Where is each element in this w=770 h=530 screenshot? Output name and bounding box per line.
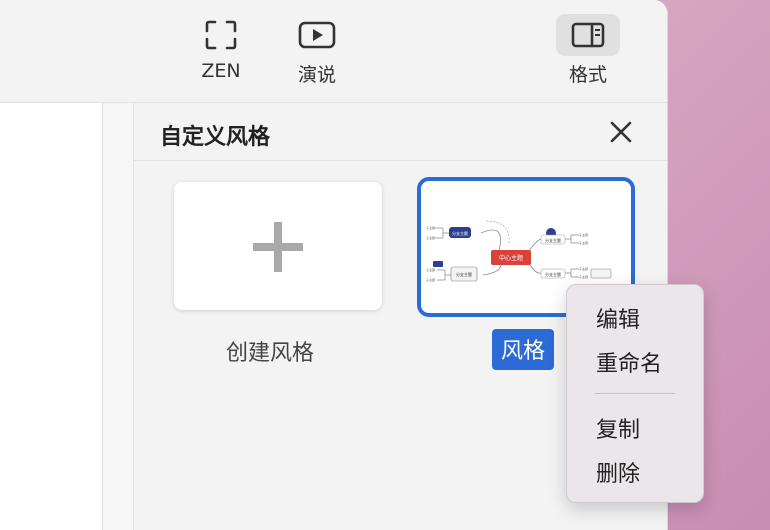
svg-text:子主题: 子主题	[579, 232, 588, 237]
svg-text:子主题: 子主题	[579, 240, 588, 245]
menu-item-rename[interactable]: 重命名	[596, 346, 662, 378]
panel-header: 自定义风格	[134, 103, 667, 161]
zen-icon	[189, 14, 253, 56]
create-style-label: 创建风格	[226, 341, 315, 366]
play-icon	[285, 14, 349, 56]
close-icon	[610, 121, 632, 143]
menu-item-edit[interactable]: 编辑	[596, 302, 640, 334]
format-tool[interactable]: 格式	[556, 14, 620, 87]
present-tool[interactable]: 演说	[285, 14, 349, 87]
left-topic-1: 分支主题	[452, 230, 468, 236]
menu-item-copy[interactable]: 复制	[596, 412, 640, 444]
format-panel-icon	[556, 14, 620, 56]
svg-text:子主题: 子主题	[426, 277, 435, 282]
right-topic-2: 分支主题	[545, 271, 561, 277]
menu-item-delete[interactable]: 删除	[596, 456, 640, 488]
left-topic-2: 分支主题	[456, 271, 472, 277]
context-menu: 编辑 重命名 复制 删除	[566, 284, 704, 503]
plus-icon	[253, 222, 303, 272]
panel-divider	[103, 103, 134, 530]
create-style-card[interactable]	[174, 182, 382, 310]
svg-text:子主题: 子主题	[426, 235, 435, 240]
menu-divider	[595, 393, 675, 394]
svg-text:子主题: 子主题	[579, 274, 588, 279]
right-topic-1: 分支主题	[545, 237, 561, 243]
toolbar: ZEN 演说 格式	[0, 0, 667, 103]
zen-tool[interactable]: ZEN	[189, 14, 253, 82]
panel-title: 自定义风格	[160, 125, 271, 150]
svg-text:子主题: 子主题	[426, 225, 435, 230]
present-label: 演说	[297, 64, 336, 86]
svg-text:子主题: 子主题	[426, 267, 435, 272]
center-topic: 中心主题	[499, 254, 523, 262]
close-button[interactable]	[608, 119, 634, 145]
editor-canvas[interactable]	[0, 103, 103, 530]
style-name-label[interactable]: 风格	[492, 329, 555, 370]
zen-label: ZEN	[201, 60, 241, 82]
svg-text:子主题: 子主题	[579, 266, 588, 271]
format-label: 格式	[568, 64, 607, 86]
